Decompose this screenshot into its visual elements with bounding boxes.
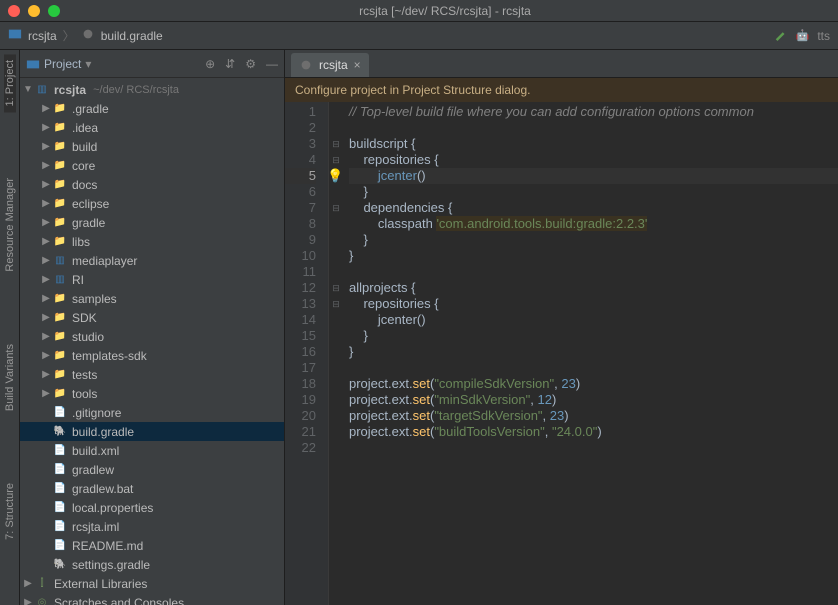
tree-item-gradlew[interactable]: 📄gradlew <box>20 460 284 479</box>
tree-item-templates-sdk[interactable]: ▶📁templates-sdk <box>20 346 284 365</box>
editor-tabs: rcsjta × <box>285 50 838 78</box>
tree-item-rcsjta-iml[interactable]: 📄rcsjta.iml <box>20 517 284 536</box>
tree-item-SDK[interactable]: ▶📁SDK <box>20 308 284 327</box>
rail-resource-manager[interactable]: Resource Manager <box>4 172 16 278</box>
line-gutter[interactable]: 12345678910111213141516171819202122 <box>285 102 329 605</box>
tree-item-README-md[interactable]: 📄README.md <box>20 536 284 555</box>
window-controls <box>8 5 60 17</box>
tree-item-mediaplayer[interactable]: ▶▥mediaplayer <box>20 251 284 270</box>
project-sidebar: Project ▾ ⊕ ⇵ ⚙ — ▼▥rcsjta ~/dev/ RCS/rc… <box>20 50 285 605</box>
tts-label[interactable]: tts <box>817 29 830 43</box>
tree-item-samples[interactable]: ▶📁samples <box>20 289 284 308</box>
tree-item-RI[interactable]: ▶▥RI <box>20 270 284 289</box>
tree-item-build-xml[interactable]: 📄build.xml <box>20 441 284 460</box>
locate-icon[interactable]: ⊕ <box>205 57 215 71</box>
rail-structure[interactable]: 7: Structure <box>4 477 16 546</box>
titlebar: rcsjta [~/dev/ RCS/rcsjta] - rcsjta <box>0 0 838 22</box>
breadcrumb-bar: rcsjta 〉 build.gradle 🤖 tts <box>0 22 838 50</box>
tree-item--idea[interactable]: ▶📁.idea <box>20 118 284 137</box>
code-editor[interactable]: 12345678910111213141516171819202122 ⊟⊟⊟⊟… <box>285 102 838 605</box>
tree-item-build[interactable]: ▶📁build <box>20 137 284 156</box>
breadcrumb-separator: 〉 <box>63 27 75 44</box>
editor-pane: rcsjta × Configure project in Project St… <box>285 50 838 605</box>
sidebar-view-selector[interactable]: Project ▾ <box>26 57 91 71</box>
maximize-window-button[interactable] <box>48 5 60 17</box>
tree-root[interactable]: ▼▥rcsjta ~/dev/ RCS/rcsjta <box>20 80 284 99</box>
tree-item-docs[interactable]: ▶📁docs <box>20 175 284 194</box>
code-content[interactable]: // Top-level build file where you can ad… <box>343 102 838 605</box>
tab-rcsjta[interactable]: rcsjta × <box>291 53 369 77</box>
project-icon <box>8 27 22 44</box>
tree-item-studio[interactable]: ▶📁studio <box>20 327 284 346</box>
tree-item-settings-gradle[interactable]: 🐘settings.gradle <box>20 555 284 574</box>
close-tab-icon[interactable]: × <box>354 58 361 72</box>
tree-item-gradlew-bat[interactable]: 📄gradlew.bat <box>20 479 284 498</box>
breadcrumb-file[interactable]: build.gradle <box>101 29 163 43</box>
gear-icon[interactable]: ⚙ <box>245 57 256 71</box>
project-tree[interactable]: ▼▥rcsjta ~/dev/ RCS/rcsjta▶📁.gradle▶📁.id… <box>20 78 284 605</box>
tree-item--gitignore[interactable]: 📄.gitignore <box>20 403 284 422</box>
tree-item--gradle[interactable]: ▶📁.gradle <box>20 99 284 118</box>
left-tool-rail: 1: Project Resource Manager Build Varian… <box>0 50 20 605</box>
rail-project[interactable]: 1: Project <box>4 54 16 112</box>
chevron-down-icon: ▾ <box>85 57 91 71</box>
sidebar-header: Project ▾ ⊕ ⇵ ⚙ — <box>20 50 284 78</box>
tab-label: rcsjta <box>319 58 348 72</box>
tree-item-local-properties[interactable]: 📄local.properties <box>20 498 284 517</box>
tree-item-tools[interactable]: ▶📁tools <box>20 384 284 403</box>
expand-icon[interactable]: ⇵ <box>225 57 235 71</box>
rail-build-variants[interactable]: Build Variants <box>4 338 16 417</box>
tree-item-core[interactable]: ▶📁core <box>20 156 284 175</box>
tree-item-tests[interactable]: ▶📁tests <box>20 365 284 384</box>
tree-item-eclipse[interactable]: ▶📁eclipse <box>20 194 284 213</box>
breadcrumb-project[interactable]: rcsjta <box>28 29 57 43</box>
minimize-window-button[interactable] <box>28 5 40 17</box>
hide-icon[interactable]: — <box>266 57 278 71</box>
sidebar-header-label: Project <box>44 57 81 71</box>
tree-footer-1[interactable]: ▶◎Scratches and Consoles <box>20 593 284 605</box>
tree-item-gradle[interactable]: ▶📁gradle <box>20 213 284 232</box>
tree-footer-0[interactable]: ▶⫿External Libraries <box>20 574 284 593</box>
tree-item-build-gradle[interactable]: 🐘build.gradle <box>20 422 284 441</box>
window-title: rcsjta [~/dev/ RCS/rcsjta] - rcsjta <box>60 4 830 18</box>
build-hammer-icon[interactable] <box>774 27 788 44</box>
tree-item-libs[interactable]: ▶📁libs <box>20 232 284 251</box>
gradle-icon <box>81 27 95 44</box>
project-structure-banner[interactable]: Configure project in Project Structure d… <box>285 78 838 102</box>
android-icon[interactable]: 🤖 <box>796 29 810 42</box>
close-window-button[interactable] <box>8 5 20 17</box>
